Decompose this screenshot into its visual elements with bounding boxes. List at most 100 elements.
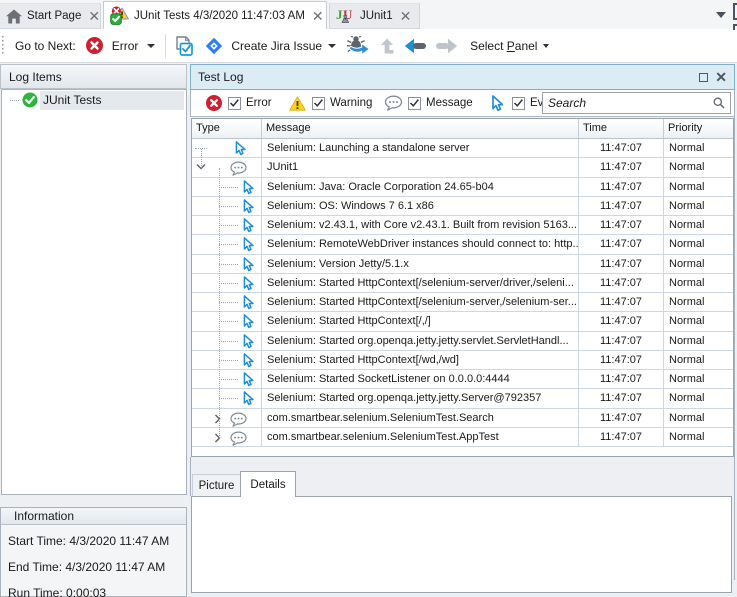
log-row[interactable]: Selenium: Started org.openqa.jetty.jetty… (192, 389, 733, 408)
panel-border (190, 457, 191, 496)
tab-details[interactable]: Details (240, 471, 296, 497)
message-cell: JUnit1 (262, 158, 579, 176)
collapsed-chevron-icon[interactable] (214, 433, 222, 443)
priority-cell: Normal (664, 351, 733, 369)
panel-border (734, 90, 735, 580)
tab-junit1[interactable]: JUnit1 ✕ (329, 3, 420, 29)
message-cell: Selenium: Started org.openqa.jetty.jetty… (262, 332, 579, 350)
time-cell: 11:47:07 (579, 197, 664, 215)
type-cell (192, 351, 262, 369)
up-arrow-icon[interactable] (380, 38, 394, 54)
information-panel: Information Start Time: 4/3/2020 11:47 A… (0, 507, 187, 597)
event-icon (233, 141, 246, 156)
document-tab-bar: Start Page ✕ JUnit Tests 4/3/2020 11:47:… (0, 0, 737, 29)
type-cell (192, 178, 262, 196)
log-row[interactable]: Selenium: Started SocketListener on 0.0.… (192, 370, 733, 389)
tab-junit-tests-log[interactable]: JUnit Tests 4/3/2020 11:47:03 AM ✕ (103, 1, 327, 29)
log-row[interactable]: Selenium: Java: Oracle Corporation 24.65… (192, 178, 733, 197)
log-row[interactable]: Selenium: Started org.openqa.jetty.jetty… (192, 332, 733, 351)
time-cell: 11:47:07 (579, 139, 664, 157)
log-row[interactable]: Selenium: Started HttpContext[/selenium-… (192, 274, 733, 293)
log-row[interactable]: Selenium: Version Jetty/5.1.x11:47:07Nor… (192, 255, 733, 274)
window-edge-fragment (733, 24, 737, 30)
forward-arrow-icon[interactable] (435, 38, 458, 54)
log-row[interactable]: Selenium: Started HttpContext[/,/]11:47:… (192, 312, 733, 331)
time-cell: 11:47:07 (579, 216, 664, 234)
time-cell: 11:47:07 (579, 255, 664, 273)
tree-item-label: JUnit Tests (43, 93, 101, 107)
message-cell: Selenium: Started SocketListener on 0.0.… (262, 370, 579, 388)
tree-connector (201, 149, 202, 168)
start-time-text: Start Time: 4/3/2020 11:47 AM (8, 534, 186, 552)
log-row[interactable]: Selenium: Started HttpContext[/selenium-… (192, 293, 733, 312)
tab-close-icon[interactable]: ✕ (88, 10, 100, 22)
log-row[interactable]: Selenium: Launching a standalone server1… (192, 139, 733, 158)
details-panel (191, 496, 732, 593)
select-panel-dropdown-icon[interactable] (543, 44, 549, 48)
column-header-type[interactable]: Type (192, 119, 262, 138)
collapsed-chevron-icon[interactable] (214, 414, 222, 424)
jira-icon[interactable] (205, 37, 223, 55)
time-cell: 11:47:07 (579, 428, 664, 446)
tree-connector (219, 244, 238, 245)
tree-item-junit-tests[interactable]: JUnit Tests (2, 91, 186, 110)
log-row[interactable]: com.smartbear.selenium.SeleniumTest.AppT… (192, 428, 733, 447)
bug-jump-icon[interactable] (346, 36, 370, 55)
time-cell: 11:47:07 (579, 178, 664, 196)
message-cell: Selenium: Started HttpContext[/selenium-… (262, 274, 579, 292)
go-to-next-error-label[interactable]: Error (112, 39, 139, 53)
column-header-time[interactable]: Time (579, 119, 664, 138)
time-cell: 11:47:07 (579, 274, 664, 292)
tab-list-dropdown-icon[interactable] (716, 12, 726, 18)
tree-connector (219, 225, 238, 226)
priority-cell: Normal (664, 370, 733, 388)
log-row[interactable]: Selenium: Started HttpContext[/wd,/wd]11… (192, 351, 733, 370)
log-row[interactable]: Selenium: OS: Windows 7 6.1 x8611:47:07N… (192, 197, 733, 216)
back-arrow-icon[interactable] (404, 38, 427, 54)
log-items-header: Log Items (0, 64, 187, 89)
event-icon (241, 218, 254, 233)
type-cell (192, 370, 262, 388)
tab-close-icon[interactable]: ✕ (400, 10, 412, 22)
main-toolbar: Go to Next: Error Create Jira Issue Sele… (0, 29, 737, 63)
log-grid: Type Message Time Priority Selenium: Lau… (191, 118, 734, 457)
log-items-title: Log Items (9, 70, 62, 84)
column-header-priority[interactable]: Priority (664, 119, 733, 138)
priority-cell: Normal (664, 409, 733, 427)
tab-close-icon[interactable]: ✕ (312, 10, 324, 22)
message-cell: Selenium: Started HttpContext[/selenium-… (262, 293, 579, 311)
priority-cell: Normal (664, 332, 733, 350)
create-jira-dropdown-icon[interactable] (328, 44, 336, 48)
time-cell: 11:47:07 (579, 332, 664, 350)
tree-connector (219, 302, 238, 303)
doc-check-icon[interactable] (174, 36, 194, 56)
error-circle-icon[interactable] (86, 37, 103, 54)
log-row[interactable]: Selenium: v2.43.1, with Core v2.43.1. Bu… (192, 216, 733, 235)
create-jira-issue-button[interactable]: Create Jira Issue (231, 39, 322, 53)
log-row[interactable]: JUnit111:47:07Normal (192, 158, 733, 177)
event-icon (241, 276, 254, 291)
toolbar-grip[interactable] (2, 36, 5, 56)
log-row[interactable]: Selenium: RemoteWebDriver instances shou… (192, 235, 733, 254)
type-cell (192, 428, 262, 446)
information-header: Information (1, 508, 186, 525)
message-cell: com.smartbear.selenium.SeleniumTest.Sear… (262, 409, 579, 427)
message-cell: Selenium: Launching a standalone server (262, 139, 579, 157)
type-cell (192, 409, 262, 427)
tab-label: JUnit1 (360, 10, 393, 22)
type-cell (192, 197, 262, 215)
tab-picture[interactable]: Picture (192, 474, 241, 496)
column-header-message[interactable]: Message (262, 119, 579, 138)
tree-connector (219, 341, 238, 342)
type-cell (192, 293, 262, 311)
tree-connector (219, 398, 238, 399)
message-cell: Selenium: OS: Windows 7 6.1 x86 (262, 197, 579, 215)
go-to-next-label: Go to Next: (15, 39, 76, 53)
tab-start-page[interactable]: Start Page ✕ (0, 3, 101, 29)
go-to-next-dropdown-icon[interactable] (147, 44, 155, 48)
message-cell: Selenium: RemoteWebDriver instances shou… (262, 235, 579, 253)
event-icon (241, 180, 254, 195)
select-panel-button[interactable]: Select Panel (470, 39, 537, 53)
log-row[interactable]: com.smartbear.selenium.SeleniumTest.Sear… (192, 409, 733, 428)
log-rows: Selenium: Launching a standalone server1… (192, 139, 733, 447)
